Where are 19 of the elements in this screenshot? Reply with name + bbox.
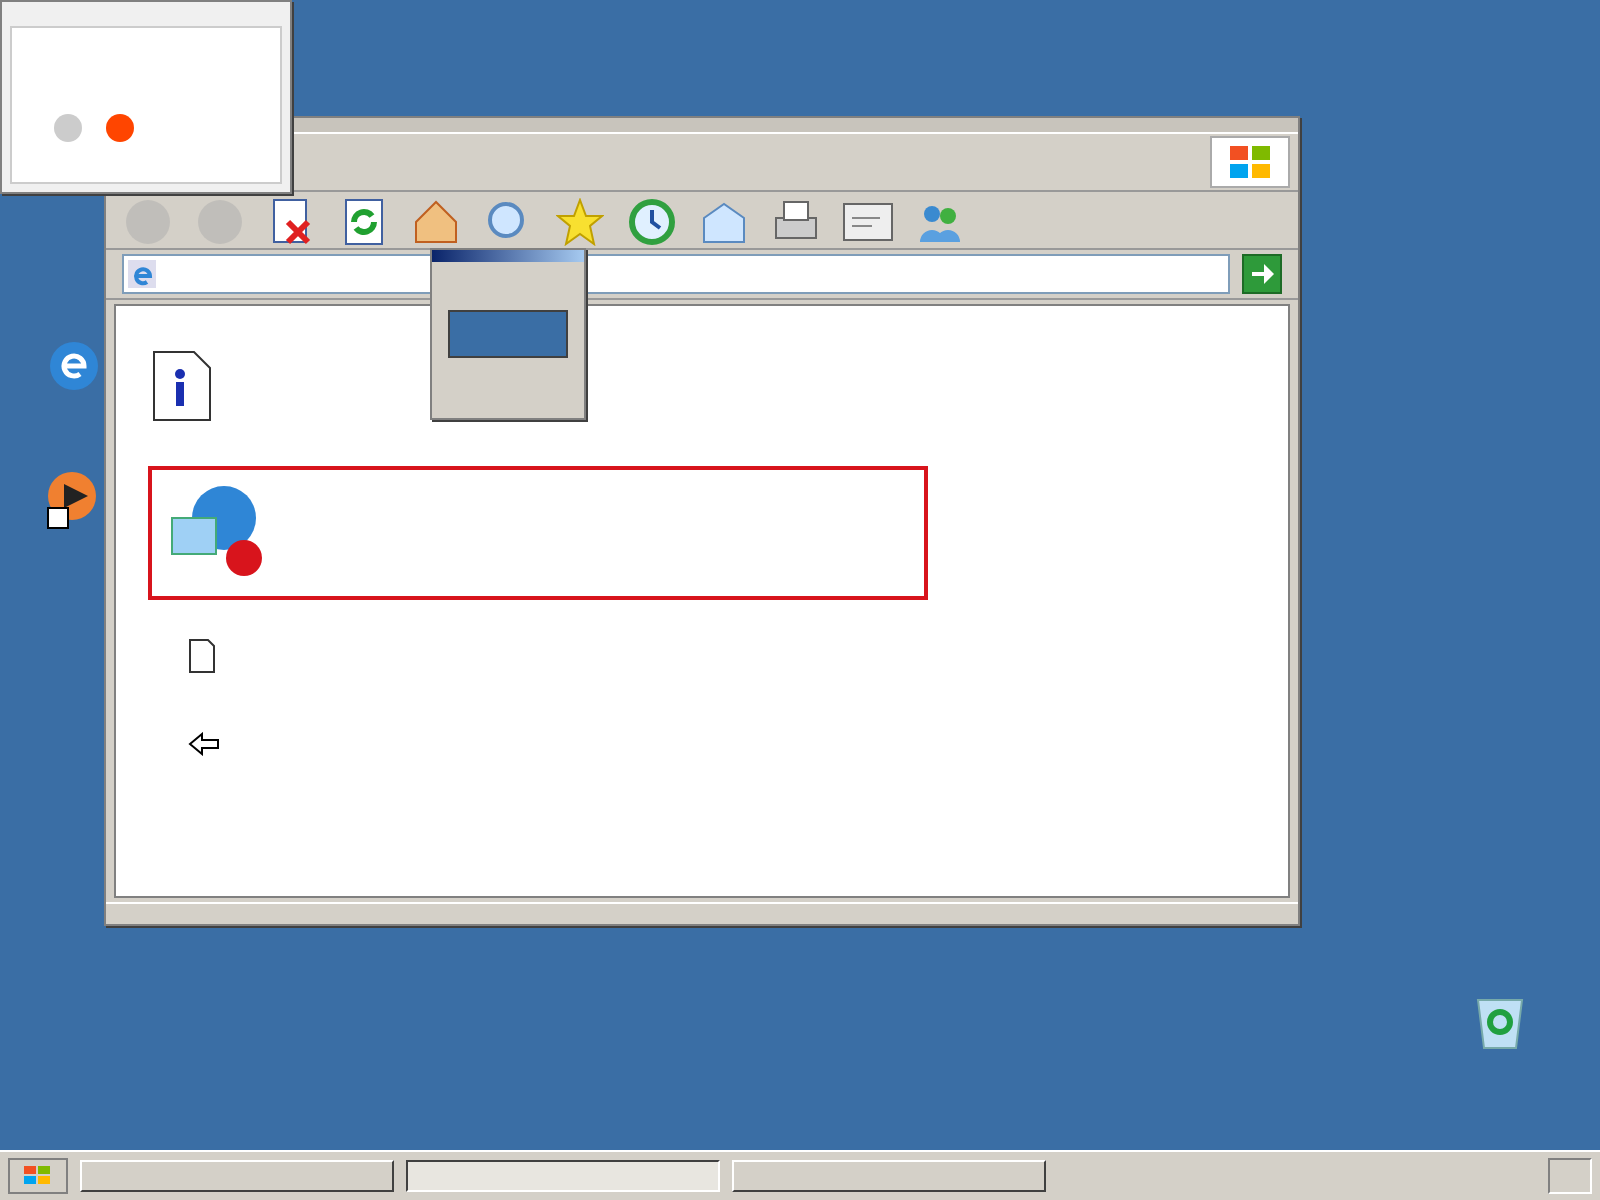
page-icon <box>128 260 156 288</box>
arrow-icon <box>1250 262 1274 286</box>
info-document-icon <box>152 350 212 422</box>
left-arrow-icon <box>188 732 220 756</box>
stop-icon <box>272 198 312 246</box>
start-button[interactable] <box>8 1158 68 1194</box>
go-button[interactable] <box>1242 254 1282 294</box>
document-icon <box>188 638 216 674</box>
screen-preview <box>448 310 568 358</box>
taskbar-button[interactable] <box>406 1160 720 1192</box>
windows-flag-icon <box>24 1166 52 1186</box>
refresh-icon <box>344 198 384 246</box>
history-icon <box>628 198 676 246</box>
star-icon <box>556 198 604 246</box>
edit-icon <box>842 200 894 244</box>
system-tray <box>1548 1158 1592 1194</box>
media-player-icon[interactable] <box>44 468 100 532</box>
home-icon <box>412 198 460 246</box>
browser-icon[interactable] <box>48 340 100 392</box>
